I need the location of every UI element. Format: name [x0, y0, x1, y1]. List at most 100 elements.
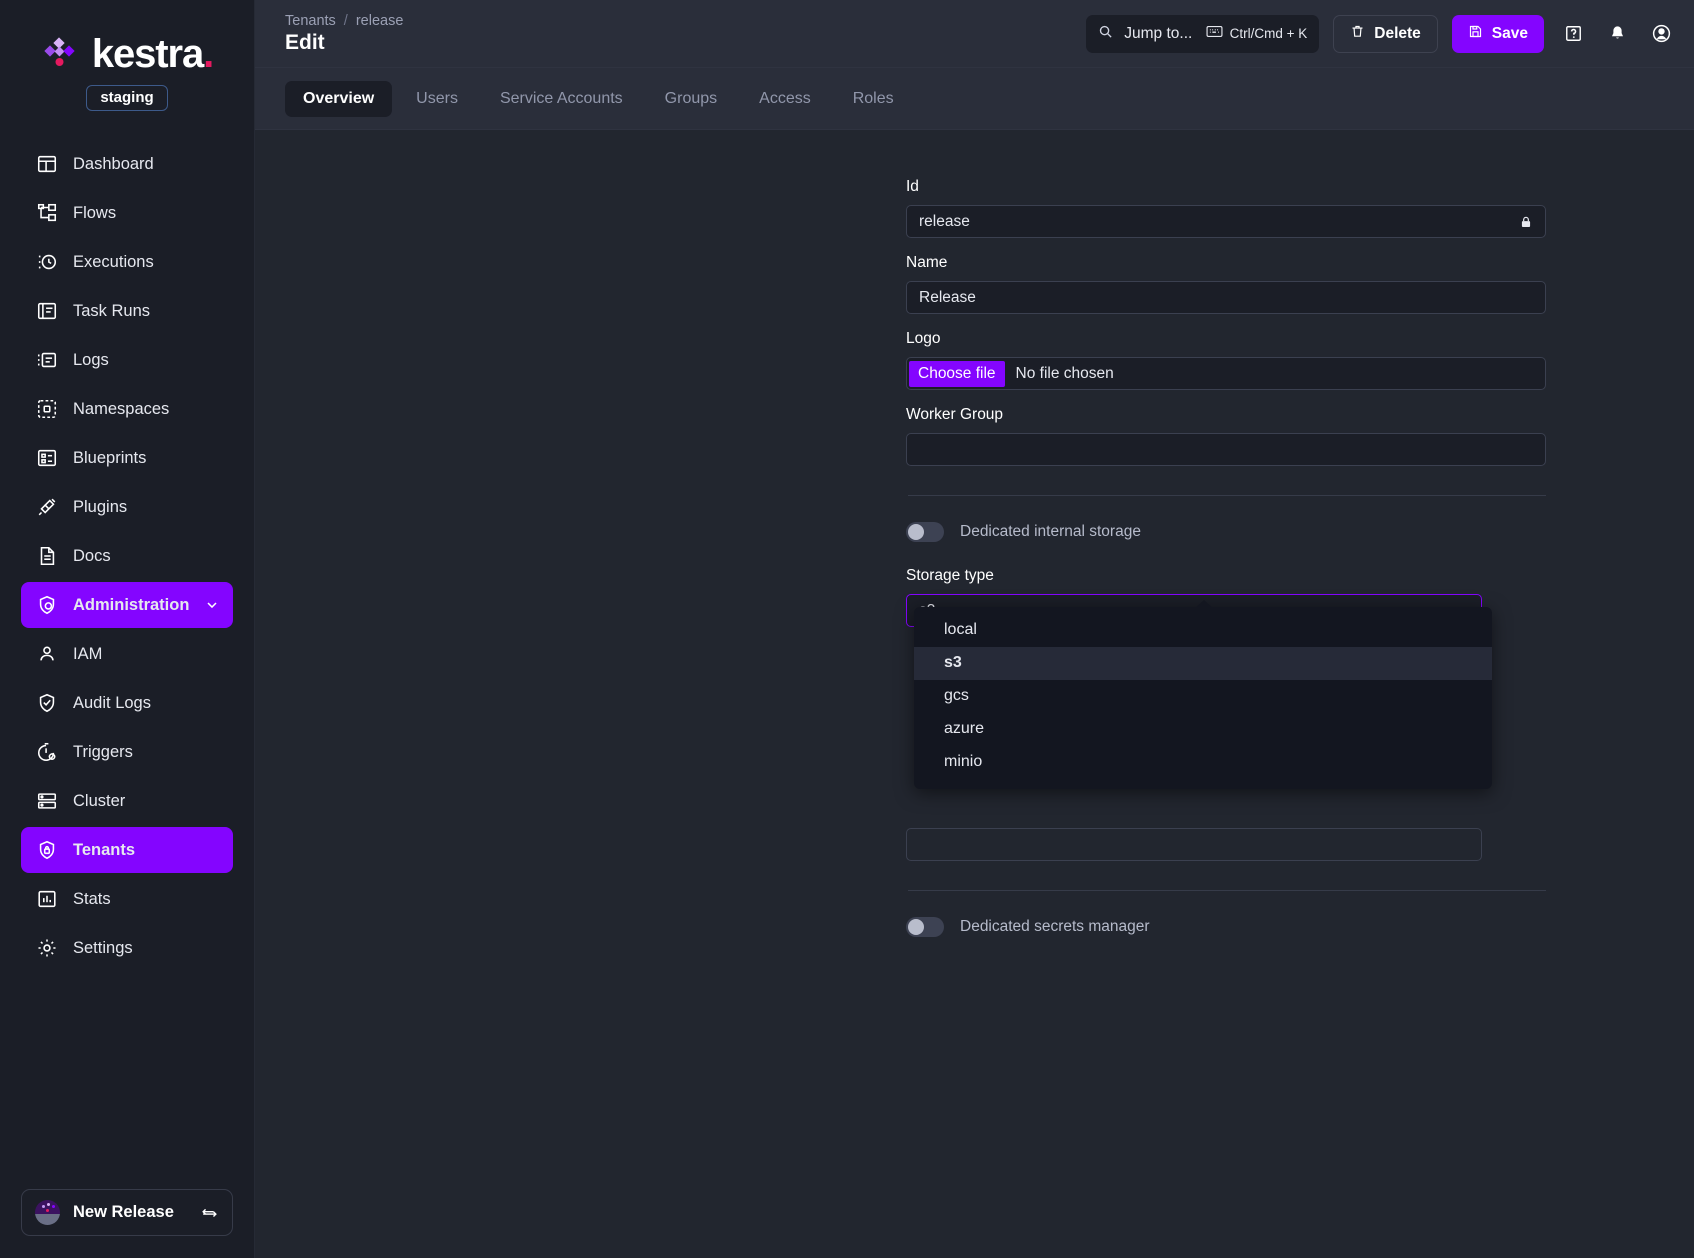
- name-input[interactable]: Release: [906, 281, 1546, 314]
- search-shortcut: Ctrl/Cmd + K: [1230, 26, 1308, 41]
- sidebar-item-cluster[interactable]: Cluster: [21, 778, 233, 824]
- breadcrumb-root[interactable]: Tenants: [285, 13, 336, 29]
- brand-block: kestra. staging: [0, 0, 254, 111]
- dropdown-option-minio[interactable]: minio: [914, 746, 1492, 779]
- sidebar-item-label: Blueprints: [73, 449, 146, 468]
- tab-roles[interactable]: Roles: [835, 81, 912, 117]
- breadcrumb-current[interactable]: release: [356, 13, 404, 29]
- storage-type-dropdown[interactable]: local s3 gcs azure minio: [914, 607, 1492, 789]
- chevron-down-icon: [204, 597, 220, 613]
- sidebar-item-audit-logs[interactable]: Audit Logs: [21, 680, 233, 726]
- sidebar-item-administration[interactable]: Administration: [21, 582, 233, 628]
- environment-badge: staging: [86, 85, 167, 111]
- divider-secondary: [908, 890, 1546, 891]
- sidebar-item-label: Task Runs: [73, 302, 150, 321]
- tab-overview[interactable]: Overview: [285, 81, 392, 117]
- keyboard-icon: [1206, 25, 1223, 43]
- field-storage-type: Storage type s3 local s3 gcs azure minio: [906, 567, 1546, 861]
- breadcrumb: Tenants / release Edit: [285, 13, 403, 54]
- save-icon: [1468, 24, 1483, 44]
- toggle-knob: [908, 919, 924, 935]
- sidebar-item-label: Audit Logs: [73, 694, 151, 713]
- sidebar-item-label: Executions: [73, 253, 154, 272]
- sidebar-item-tenants[interactable]: Tenants: [21, 827, 233, 873]
- id-input[interactable]: release: [906, 205, 1546, 238]
- tenant-edit-form: Id release Name Release Logo Choose fi: [906, 178, 1546, 937]
- cluster-icon: [35, 790, 58, 813]
- sidebar-item-executions[interactable]: Executions: [21, 239, 233, 285]
- field-worker-group: Worker Group: [906, 406, 1546, 466]
- delete-label: Delete: [1374, 25, 1421, 43]
- storage-type-label: Storage type: [906, 567, 1546, 585]
- delete-button[interactable]: Delete: [1333, 15, 1438, 53]
- sidebar-item-label: IAM: [73, 645, 102, 664]
- dropdown-option-azure[interactable]: azure: [914, 713, 1492, 746]
- sidebar-item-logs[interactable]: Logs: [21, 337, 233, 383]
- sidebar-item-stats[interactable]: Stats: [21, 876, 233, 922]
- new-release-button[interactable]: New Release: [21, 1189, 233, 1236]
- save-button[interactable]: Save: [1452, 15, 1544, 53]
- sidebar-item-flows[interactable]: Flows: [21, 190, 233, 236]
- logo-text: kestra.: [92, 34, 213, 74]
- task-runs-icon: [35, 300, 58, 323]
- logo[interactable]: kestra.: [41, 34, 213, 74]
- secrets-manager-label: Dedicated secrets manager: [960, 918, 1150, 936]
- id-value: release: [919, 213, 970, 231]
- gear-icon: [35, 937, 58, 960]
- sidebar-item-dashboard[interactable]: Dashboard: [21, 141, 233, 187]
- sidebar-item-task-runs[interactable]: Task Runs: [21, 288, 233, 334]
- sidebar-item-blueprints[interactable]: Blueprints: [21, 435, 233, 481]
- sidebar-item-namespaces[interactable]: Namespaces: [21, 386, 233, 432]
- tab-service-accounts[interactable]: Service Accounts: [482, 81, 641, 117]
- choose-file-button[interactable]: Choose file: [909, 361, 1005, 387]
- swap-icon[interactable]: [200, 1203, 219, 1222]
- topbar: Tenants / release Edit Jump to... Ctrl/C…: [255, 0, 1694, 68]
- help-icon[interactable]: [1558, 19, 1588, 49]
- kestra-logo-icon: [41, 37, 81, 71]
- logs-icon: [35, 349, 58, 372]
- sidebar-nav: Dashboard Flows Executions Task Runs Log…: [0, 141, 254, 1189]
- dedicated-internal-storage-toggle[interactable]: [906, 522, 944, 542]
- worker-group-label: Worker Group: [906, 406, 1546, 424]
- sidebar-footer: New Release: [0, 1189, 254, 1258]
- plugins-icon: [35, 496, 58, 519]
- dashboard-icon: [35, 153, 58, 176]
- sidebar-item-iam[interactable]: IAM: [21, 631, 233, 677]
- dropdown-option-local[interactable]: local: [914, 614, 1492, 647]
- secrets-manager-toggle-row: Dedicated secrets manager: [906, 917, 1546, 937]
- search-placeholder: Jump to...: [1124, 25, 1192, 43]
- tab-groups[interactable]: Groups: [647, 81, 735, 117]
- sidebar-item-settings[interactable]: Settings: [21, 925, 233, 971]
- dropdown-option-s3[interactable]: s3: [914, 647, 1492, 680]
- sidebar-item-label: Administration: [73, 596, 189, 615]
- field-id: Id release: [906, 178, 1546, 238]
- sidebar-item-label: Stats: [73, 890, 111, 909]
- storage-config-input[interactable]: [906, 828, 1482, 861]
- logo-file-input[interactable]: Choose file No file chosen: [906, 357, 1546, 390]
- main-area: Tenants / release Edit Jump to... Ctrl/C…: [255, 0, 1694, 1258]
- sidebar-item-label: Settings: [73, 939, 133, 958]
- account-icon[interactable]: [1646, 19, 1676, 49]
- dropdown-option-gcs[interactable]: gcs: [914, 680, 1492, 713]
- dedicated-secrets-manager-toggle[interactable]: [906, 917, 944, 937]
- sidebar-item-plugins[interactable]: Plugins: [21, 484, 233, 530]
- page-title: Edit: [285, 32, 403, 54]
- flows-icon: [35, 202, 58, 225]
- search-icon: [1098, 24, 1113, 44]
- sidebar-item-label: Logs: [73, 351, 109, 370]
- file-status-label: No file chosen: [1016, 365, 1114, 383]
- blueprints-icon: [35, 447, 58, 470]
- sidebar-item-label: Plugins: [73, 498, 127, 517]
- app-root: kestra. staging Dashboard Flows Executio…: [0, 0, 1694, 1258]
- tab-users[interactable]: Users: [398, 81, 476, 117]
- internal-storage-toggle-row: Dedicated internal storage: [906, 522, 1546, 542]
- content-area: Id release Name Release Logo Choose fi: [255, 130, 1694, 1258]
- stats-icon: [35, 888, 58, 911]
- search-input[interactable]: Jump to... Ctrl/Cmd + K: [1086, 15, 1319, 53]
- sidebar-item-triggers[interactable]: Triggers: [21, 729, 233, 775]
- bell-icon[interactable]: [1602, 19, 1632, 49]
- worker-group-input[interactable]: [906, 433, 1546, 466]
- tab-access[interactable]: Access: [741, 81, 829, 117]
- sidebar-item-label: Cluster: [73, 792, 125, 811]
- sidebar-item-docs[interactable]: Docs: [21, 533, 233, 579]
